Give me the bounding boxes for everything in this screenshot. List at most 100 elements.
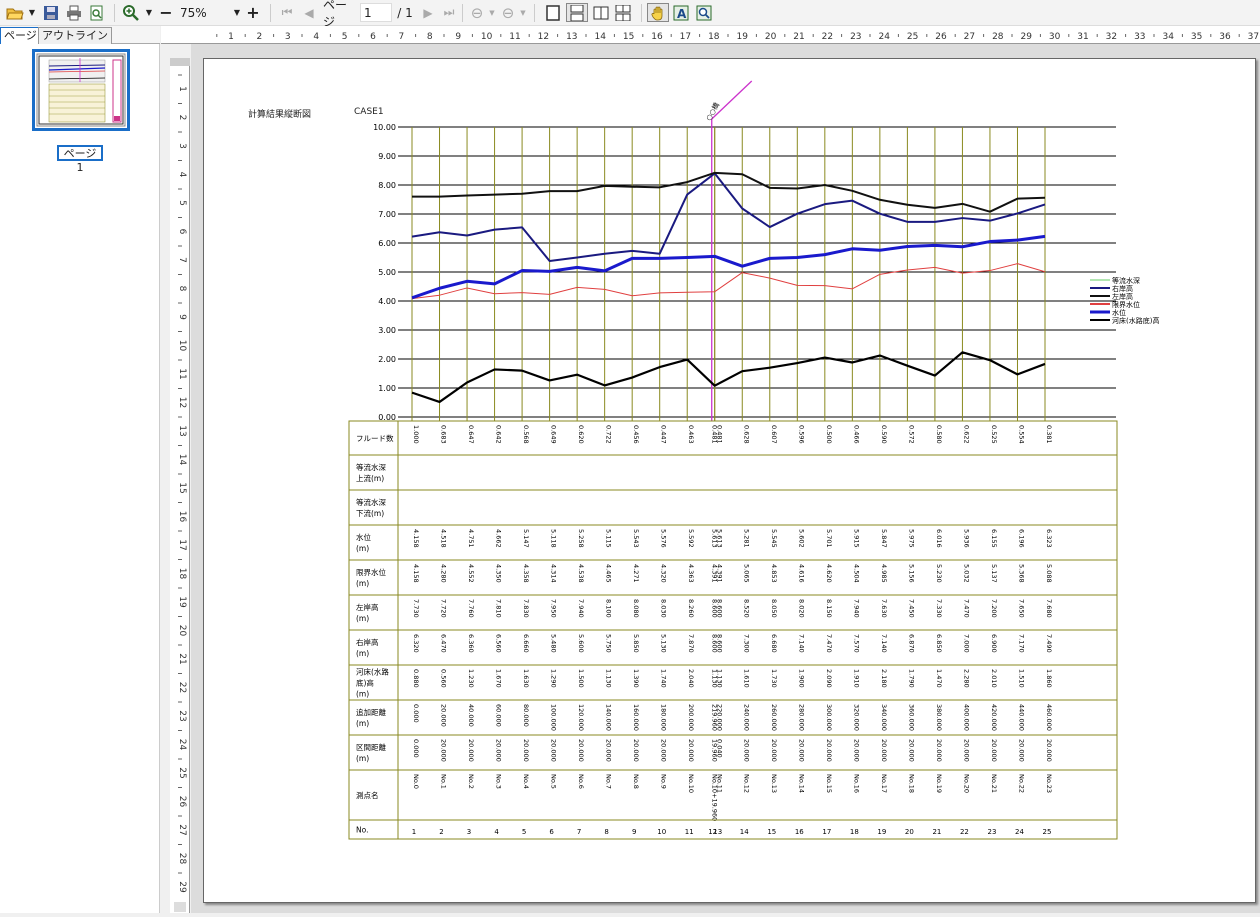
legend-label: 右岸高 (1112, 284, 1133, 293)
table-row-label: 下流(m) (356, 508, 384, 518)
ruler-label: 11 (177, 368, 187, 379)
table-cell-cwl: 5.065 (742, 564, 750, 583)
table-cell-cwl: 4.853 (770, 564, 778, 583)
table-cell-left: 7.330 (935, 599, 943, 618)
table-cell-cum: 120.000 (577, 704, 585, 731)
ruler-label: 22 (177, 682, 187, 693)
page-thumbnail[interactable] (32, 49, 130, 131)
ruler-label: 1 (177, 86, 187, 92)
next-page-icon[interactable]: ▶ (420, 3, 436, 22)
table-cell-left: 8.050 (770, 599, 778, 618)
single-page-view-icon[interactable] (543, 3, 563, 22)
open-icon[interactable] (4, 3, 26, 22)
table-cell-wl: 5.975 (907, 529, 915, 548)
ruler-label: 18 (177, 568, 187, 580)
back-dropdown-icon[interactable]: ▼ (488, 3, 496, 22)
table-cell-station: No.16 (852, 774, 860, 793)
table-cell-cum: 40.000 (467, 704, 475, 727)
ruler-label: 9 (455, 32, 461, 42)
hand-tool-icon[interactable] (647, 3, 669, 22)
ruler-label: 3 (285, 32, 291, 42)
ruler-label: 14 (594, 32, 606, 42)
toolbar-separator (462, 4, 463, 22)
table-cell-seg: 20.000 (1045, 739, 1053, 762)
ruler-label: 13 (177, 425, 187, 436)
back-icon[interactable]: ⊖ (467, 3, 487, 22)
find-icon[interactable] (694, 3, 714, 22)
table-cell-wl: 4.158 (412, 529, 420, 548)
table-cell-station: No.17 (880, 774, 888, 793)
table-cell-no: 18 (850, 828, 859, 836)
ruler-label: 26 (177, 796, 187, 808)
zoom-icon[interactable] (120, 3, 142, 22)
table-cell-bed: 2.280 (962, 669, 970, 688)
table-cell-wl: 6.196 (1017, 529, 1025, 548)
text-select-icon[interactable]: A (671, 3, 691, 22)
forward-dropdown-icon[interactable]: ▼ (519, 3, 527, 22)
y-tick-label: 10.00 (373, 123, 396, 132)
ruler-label: 36 (1219, 32, 1231, 42)
table-cell-station: No.2 (467, 774, 475, 789)
ruler-corner (170, 58, 190, 66)
table-cell-no: 4 (494, 828, 499, 836)
zoom-dropdown-icon[interactable]: ▼ (144, 3, 154, 22)
prev-page-icon[interactable]: ◀ (300, 3, 318, 22)
ruler-label: 29 (1020, 32, 1032, 42)
zoom-out-button[interactable]: − (158, 3, 174, 22)
y-tick-label: 5.00 (378, 268, 396, 277)
table-cell-station: No.14 (797, 774, 805, 793)
table-cell-cwl: 4.616 (797, 564, 805, 583)
table-cell-wl: 5.281 (742, 529, 750, 548)
table-cell-bed: 1.130 (716, 669, 724, 688)
table-cell-no: 16 (795, 828, 804, 836)
save-icon[interactable] (40, 3, 62, 22)
page-label: ページ (323, 0, 348, 29)
table-cell-bed: 1.230 (467, 669, 475, 688)
open-dropdown-icon[interactable]: ▼ (27, 3, 37, 22)
table-cell-no: 21 (932, 828, 941, 836)
table-cell-bed: 2.090 (825, 669, 833, 688)
ruler-label: 20 (765, 32, 777, 42)
continuous-facing-view-icon[interactable] (613, 3, 633, 22)
print-preview-icon[interactable] (86, 3, 108, 22)
zoom-combo[interactable]: 75% ▼ (178, 3, 242, 22)
table-cell-left: 8.150 (825, 599, 833, 618)
ruler-label: 37 (1248, 32, 1259, 42)
table-cell-right: 6.560 (495, 634, 503, 653)
table-row-label: 等流水深 (356, 462, 386, 472)
table-cell-bed: 0.880 (412, 669, 420, 688)
table-cell-cum: 440.000 (1017, 704, 1025, 731)
ruler-label: 16 (177, 511, 187, 523)
table-cell-cwl: 4.314 (550, 564, 558, 583)
zoom-in-button[interactable]: + (245, 3, 261, 22)
table-cell-bed: 1.670 (495, 669, 503, 688)
table-cell-froude: 0.622 (962, 425, 970, 444)
page-number-input[interactable]: 1 (360, 3, 392, 22)
table-cell-wl: 5.115 (605, 529, 613, 548)
forward-icon[interactable]: ⊖ (498, 3, 518, 22)
thumbnail-caption[interactable]: ページ 1 (57, 145, 103, 174)
ruler-label: 27 (964, 32, 975, 42)
first-page-icon[interactable]: ⏮ (278, 3, 296, 22)
table-cell-left: 7.680 (1045, 599, 1053, 618)
scrollbar-arrow-down[interactable] (174, 902, 186, 912)
print-icon[interactable] (63, 3, 85, 22)
table-cell-froude: 0.596 (797, 425, 805, 444)
table-cell-left: 8.600 (716, 599, 724, 618)
table-cell-wl: 5.613 (716, 529, 724, 548)
table-cell-right: 8.600 (716, 634, 724, 653)
table-cell-left: 7.730 (412, 599, 420, 618)
toolbar-separator (641, 4, 642, 22)
last-page-icon[interactable]: ⏭ (440, 3, 458, 22)
table-row-label: 追加距離 (356, 707, 386, 717)
facing-view-icon[interactable] (591, 3, 611, 22)
continuous-view-icon[interactable] (566, 3, 588, 22)
tab-pages[interactable]: ページ (0, 27, 41, 44)
tab-outline[interactable]: アウトライン (38, 27, 112, 44)
table-row-label: 測点名 (356, 790, 379, 800)
table-row-label: 上流(m) (356, 473, 384, 483)
table-cell-right: 6.470 (440, 634, 448, 653)
table-cell-froude: 0.647 (467, 425, 475, 444)
table-cell-wl: 5.701 (825, 529, 833, 548)
table-cell-wl: 6.016 (935, 529, 943, 548)
